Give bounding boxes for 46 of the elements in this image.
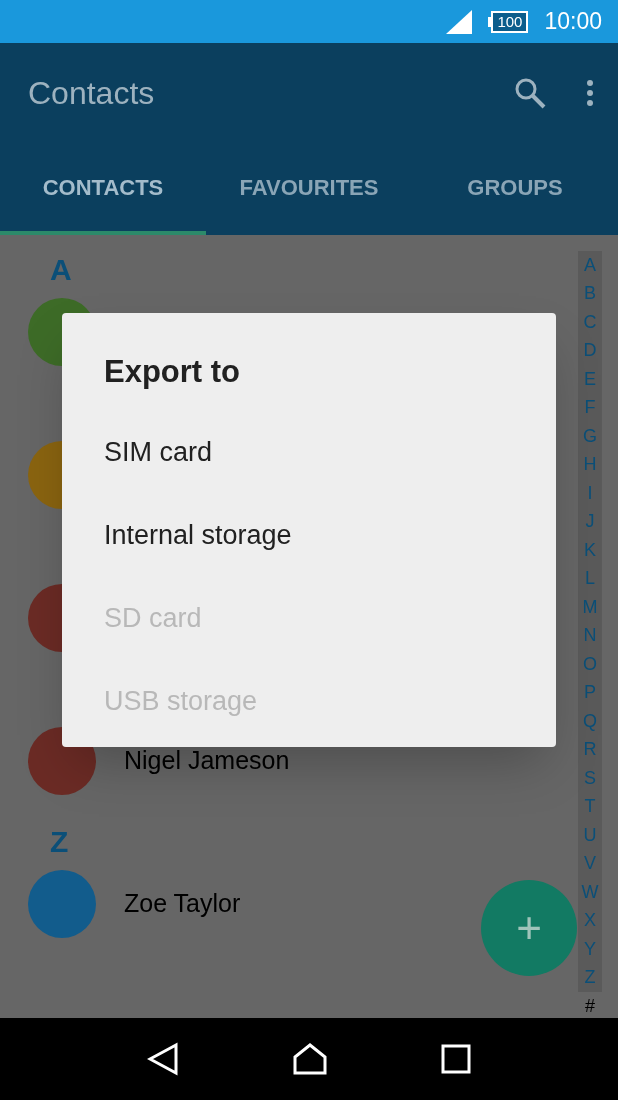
tab[interactable]: FAVOURITES <box>206 143 412 235</box>
index-letter[interactable]: D <box>578 336 602 365</box>
app-title: Contacts <box>28 74 156 113</box>
index-letter[interactable]: A <box>578 251 602 280</box>
home-icon[interactable] <box>292 1042 328 1076</box>
index-letter[interactable]: H <box>578 450 602 479</box>
recents-icon[interactable] <box>441 1044 472 1074</box>
dialog-title: Export to <box>104 353 242 391</box>
alphabet-index[interactable]: A B C D E F G H I J K L M N O P Q R S T U V W X Y Z # <box>578 251 602 1021</box>
index-letter[interactable]: Q <box>578 707 602 736</box>
back-icon[interactable] <box>146 1042 179 1076</box>
index-letter[interactable]: Y <box>578 935 602 964</box>
battery-level: 100 <box>491 10 529 33</box>
more-options-icon[interactable] <box>586 79 594 107</box>
section-letter: A <box>50 255 72 285</box>
signal-icon <box>446 9 473 34</box>
contact-name[interactable]: Zoe Taylor <box>124 884 241 923</box>
index-letter[interactable]: F <box>578 393 602 422</box>
index-letter[interactable]: R <box>578 735 602 764</box>
export-option[interactable]: Internal storage <box>104 494 514 577</box>
index-letter[interactable]: L <box>578 564 602 593</box>
export-option[interactable]: SIM card <box>104 411 514 494</box>
index-letter[interactable]: S <box>578 764 602 793</box>
index-letter[interactable]: B <box>578 279 602 308</box>
search-icon[interactable] <box>514 77 546 109</box>
index-letter[interactable]: N <box>578 621 602 650</box>
tab[interactable]: GROUPS <box>412 143 618 235</box>
index-letter[interactable]: E <box>578 365 602 394</box>
index-letter[interactable]: O <box>578 650 602 679</box>
index-letter[interactable]: V <box>578 849 602 878</box>
index-letter[interactable]: U <box>578 821 602 850</box>
section-letter: Z <box>50 827 69 857</box>
clock: 10:00 <box>544 7 602 37</box>
index-letter[interactable]: X <box>578 906 602 935</box>
index-letter[interactable]: Z <box>578 963 602 992</box>
index-letter[interactable]: K <box>578 536 602 565</box>
index-letter[interactable]: M <box>578 593 602 622</box>
index-letter[interactable]: J <box>578 507 602 536</box>
add-contact-button[interactable]: + <box>481 880 577 976</box>
index-letter[interactable]: W <box>578 878 602 907</box>
index-letter[interactable]: # <box>578 992 602 1021</box>
index-letter[interactable]: C <box>578 308 602 337</box>
index-letter[interactable]: G <box>578 422 602 451</box>
index-letter[interactable]: I <box>578 479 602 508</box>
index-letter[interactable]: P <box>578 678 602 707</box>
index-letter[interactable]: T <box>578 792 602 821</box>
